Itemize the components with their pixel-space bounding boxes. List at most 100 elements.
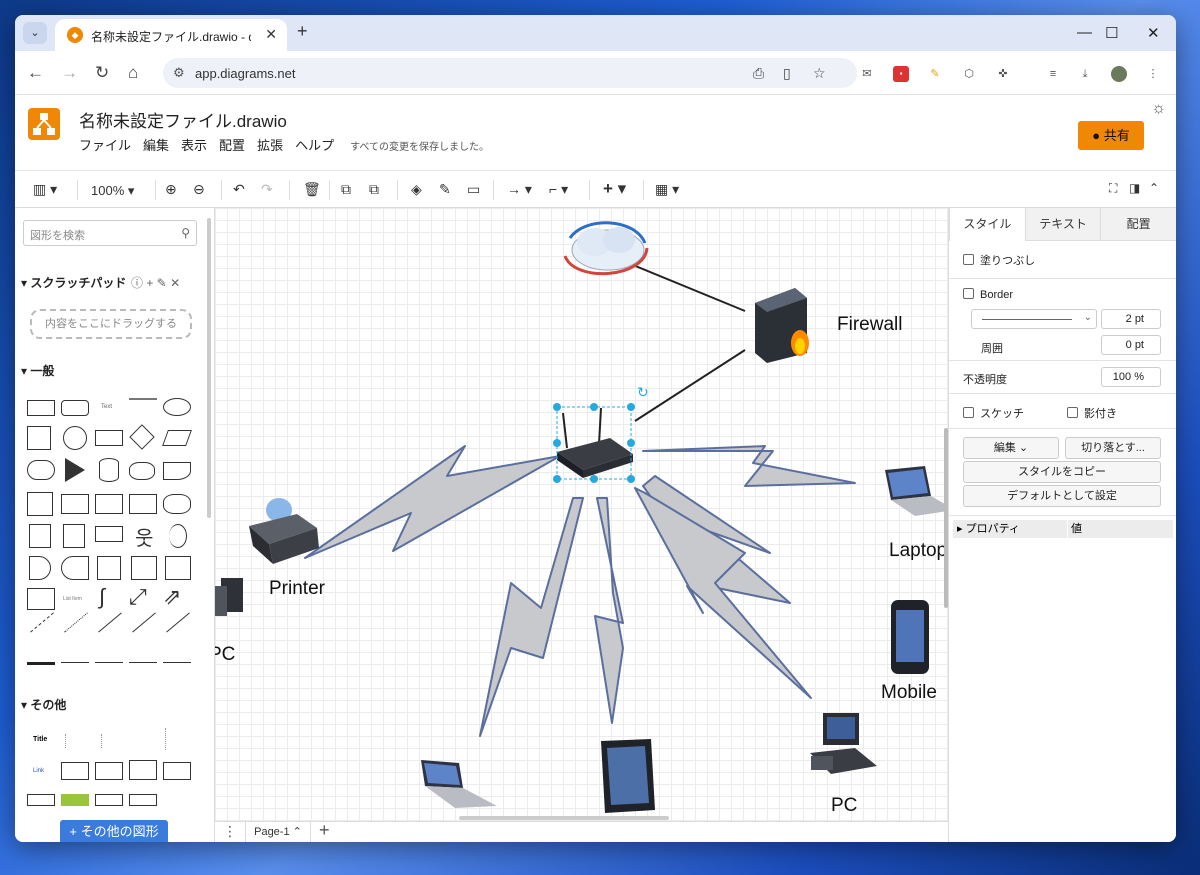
bookmark-star-icon[interactable]: ☆ [813,65,826,82]
search-icon[interactable]: ⚲ [181,226,190,240]
profile-avatar[interactable] [1111,66,1127,82]
shadow-option[interactable]: 影付き [1067,405,1117,421]
step-shape[interactable] [95,494,123,514]
tab-search-button[interactable]: ⌄ [23,22,47,44]
internal-storage-shape[interactable] [27,492,53,516]
new-tab-button[interactable]: + [297,21,308,42]
bolt-to-printer[interactable] [304,445,561,559]
border-option[interactable]: Border [963,288,1013,301]
edit-select[interactable]: 編集 ⌄ [963,437,1059,459]
close-window-button[interactable]: ✕ [1147,24,1160,42]
printer-icon[interactable] [249,498,319,564]
diamond-shape[interactable] [129,424,155,450]
collapse-icon[interactable]: ⌃ [1149,181,1159,195]
opacity-input[interactable]: 100 % [1101,367,1161,387]
url-text[interactable]: app.diagrams.net [195,66,295,81]
frame-shape[interactable] [131,556,157,580]
trapezoid-shape[interactable] [129,494,157,514]
canvas-hscrollbar[interactable] [459,816,669,820]
tab-text[interactable]: テキスト [1024,208,1101,241]
tape-shape[interactable] [163,494,191,514]
title-shape[interactable]: Title [33,736,47,743]
format-panel-icon[interactable]: ◨ [1129,181,1140,195]
install-app-icon[interactable]: ⎙ [753,65,764,82]
to-front-icon[interactable]: ⧉ [341,181,351,198]
forward-icon[interactable]: → [61,63,78,83]
tab-arrange[interactable]: 配置 [1100,208,1176,241]
crop-button[interactable]: 切り落とす... [1065,437,1161,459]
bullet-list-shape[interactable] [65,734,91,748]
bolt-to-laptop-bottom[interactable] [479,497,584,737]
download-icon[interactable]: ⤓ [1077,66,1093,82]
table-title-shape[interactable] [163,762,191,780]
pc-bottom-label[interactable]: PC [831,795,857,817]
page-tab[interactable]: Page-1 ⌃ [245,822,311,842]
line-color-icon[interactable]: ✎ [439,181,451,198]
connector-label-shape[interactable] [61,662,89,663]
redo-icon[interactable]: ↷ [261,181,273,198]
share-button[interactable]: ● 共有 [1078,121,1144,150]
menu-arrange[interactable]: 配置 [219,135,245,154]
connector-2labels-shape[interactable] [95,662,123,663]
undo-icon[interactable]: ↶ [233,181,245,198]
diagram-canvas[interactable]: ↻ Firewall Printer PC Laptop Mobile PC [215,208,948,821]
tablet-icon[interactable] [601,739,655,813]
menu-file[interactable]: ファイル [79,135,131,154]
bidirectional-arrow-shape[interactable]: ⤢ [129,584,147,610]
zoom-select[interactable]: 100% ▾ [91,183,134,199]
sketch-option[interactable]: スケッチ [963,405,1024,421]
file-title[interactable]: 名称未設定ファイル.drawio [79,107,287,132]
data-storage-shape[interactable] [61,556,89,580]
border-width-input[interactable]: 2 pt [1101,309,1161,329]
insert-icon[interactable]: + ▾ [603,179,626,199]
table-light-shape[interactable] [95,794,123,806]
bidirectional-connector-shape[interactable] [132,612,156,633]
rectangle-shape[interactable] [27,400,55,416]
swimlane-shape[interactable] [165,556,191,580]
actor-shape[interactable]: 웃 [135,522,153,551]
menu-view[interactable]: 表示 [181,135,207,154]
laptop-bottom-icon[interactable] [421,760,497,808]
mobile-icon[interactable] [891,600,929,674]
dotted-line-shape[interactable] [64,612,88,633]
site-info-icon[interactable]: ⚙ [173,65,185,81]
cube-shape[interactable] [61,494,89,514]
table-shape[interactable] [129,760,157,780]
scratchpad-actions-icon[interactable]: ⓘ + ✎ ✕ [131,274,180,291]
bolt-to-laptop[interactable] [642,445,856,487]
pc-left-icon[interactable] [215,578,243,616]
text-shape[interactable]: Text [101,404,112,410]
reload-icon[interactable]: ↻ [95,63,109,83]
mobile-label[interactable]: Mobile [881,682,937,704]
note-shape[interactable] [29,524,51,548]
pc-bottom-icon[interactable] [810,713,877,774]
connection-icon[interactable]: → ▾ [507,181,532,198]
ellipse-shape[interactable] [163,398,191,416]
to-back-icon[interactable]: ⧉ [369,181,379,198]
rounded-rectangle-shape[interactable] [61,400,89,416]
sketch-checkbox[interactable] [963,407,974,418]
link-text-shape[interactable]: Link [33,768,44,774]
copy-style-button[interactable]: スタイルをコピー [963,461,1161,483]
laptop-label[interactable]: Laptop [889,540,947,562]
omnibox[interactable]: ⚙ app.diagrams.net ⎙ ▯ ☆ [163,58,857,88]
panel-layout-icon[interactable]: ▥ ▾ [33,181,57,198]
red-extension-icon[interactable]: ▪ [893,66,909,82]
printer-label[interactable]: Printer [269,578,325,600]
waypoints-icon[interactable]: ⌐ ▾ [549,181,568,198]
table-dark-shape[interactable] [27,794,55,806]
cloud-shape[interactable] [129,462,155,480]
zoom-out-icon[interactable]: ⊖ [193,181,205,198]
set-default-button[interactable]: デフォルトとして設定 [963,485,1161,507]
fill-color-icon[interactable]: ◈ [411,181,422,198]
scratchpad-header[interactable]: ▾ スクラッチパッド ⓘ + ✎ ✕ [21,274,180,291]
bolt-to-pc[interactable] [634,487,812,699]
table-grid-shape[interactable] [61,762,89,780]
link-shape[interactable] [27,662,55,665]
properties-header[interactable]: ▸ プロパティ 値 [953,520,1173,538]
table-icon[interactable]: ▦ ▾ [655,181,679,198]
bolt-to-tablet[interactable] [594,497,624,724]
menu-extras[interactable]: 拡張 [257,135,283,154]
other-header[interactable]: ▾ その他 [21,696,66,713]
delete-icon[interactable]: 🗑 [303,181,321,198]
